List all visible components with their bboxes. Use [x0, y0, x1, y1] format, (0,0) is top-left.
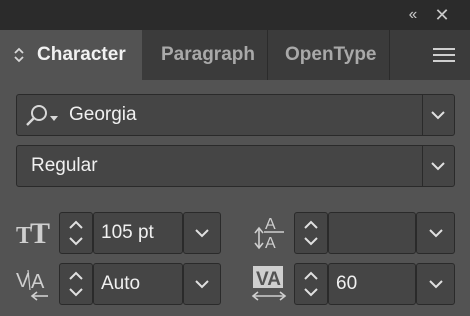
kerning-value: Auto — [101, 273, 141, 294]
font-family-value: Georgia — [69, 104, 137, 125]
tracking-stepper[interactable] — [294, 263, 328, 305]
close-icon[interactable]: ✕ — [430, 3, 454, 27]
tracking-dropdown[interactable] — [416, 263, 455, 305]
chevron-down-icon[interactable] — [430, 108, 446, 122]
divider — [422, 146, 423, 186]
divider — [422, 95, 423, 135]
leading-input[interactable] — [328, 212, 416, 254]
font-family-select[interactable]: Georgia — [16, 94, 455, 136]
double-chevron-left-icon[interactable]: ‹‹ — [400, 3, 424, 27]
panel-titlebar: ‹‹ ✕ — [0, 0, 470, 30]
tab-label: OpenType — [285, 44, 377, 65]
font-size-icon: T T — [16, 220, 50, 246]
font-size-input[interactable]: 105 pt — [93, 212, 183, 254]
chevron-down-icon — [195, 280, 209, 289]
kerning-stepper[interactable] — [59, 263, 93, 305]
tracking-icon: VA — [251, 266, 287, 301]
chevron-down-icon[interactable] — [430, 159, 446, 173]
tab-label: Character — [37, 44, 126, 65]
font-style-select[interactable]: Regular — [16, 145, 455, 187]
font-size-dropdown[interactable] — [183, 212, 221, 254]
chevron-down-icon — [429, 229, 443, 238]
kerning-input[interactable]: Auto — [93, 263, 183, 305]
svg-text:A: A — [265, 216, 276, 233]
svg-text:VA: VA — [256, 269, 281, 290]
hamburger-menu-icon[interactable] — [433, 46, 455, 64]
search-dropdown-icon — [26, 105, 58, 126]
kerning-icon: V A — [16, 269, 48, 301]
tab-label: Paragraph — [161, 44, 255, 65]
leading-dropdown[interactable] — [416, 212, 455, 254]
tracking-input[interactable]: 60 — [328, 263, 416, 305]
tab-opentype[interactable]: OpenType — [268, 30, 390, 80]
svg-text:A: A — [265, 235, 276, 252]
character-panel: ‹‹ ✕ Character Paragraph OpenType Georgi… — [0, 0, 470, 316]
leading-stepper[interactable] — [294, 212, 328, 254]
font-style-value: Regular — [31, 155, 98, 176]
font-size-value: 105 pt — [101, 222, 154, 243]
leading-icon: A A — [254, 216, 284, 252]
chevron-down-icon — [195, 229, 209, 238]
kerning-dropdown[interactable] — [183, 263, 221, 305]
tab-bar: Character Paragraph OpenType — [0, 30, 470, 80]
tab-paragraph[interactable]: Paragraph — [142, 30, 268, 80]
svg-text:T: T — [30, 220, 50, 246]
chevron-down-icon — [429, 280, 443, 289]
chevron-up-down-icon — [14, 47, 24, 63]
tab-character[interactable]: Character — [0, 30, 142, 80]
tracking-value: 60 — [336, 273, 358, 294]
svg-text:A: A — [31, 271, 45, 293]
font-size-stepper[interactable] — [59, 212, 93, 254]
